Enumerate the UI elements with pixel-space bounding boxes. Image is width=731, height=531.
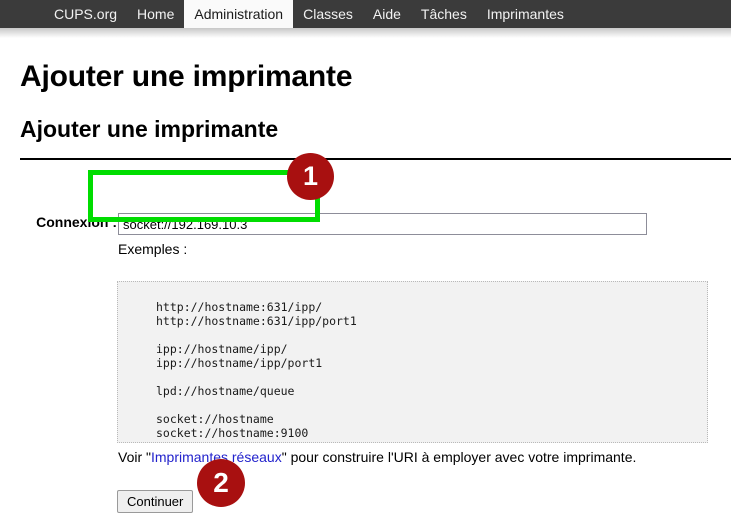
- nav-item-imprimantes[interactable]: Imprimantes: [477, 0, 574, 28]
- top-navigation-bar: CUPS.org Home Administration Classes Aid…: [0, 0, 731, 28]
- continue-button[interactable]: Continuer: [117, 490, 194, 513]
- page-content: Ajouter une imprimante Ajouter une impri…: [0, 28, 731, 513]
- nav-item-classes[interactable]: Classes: [293, 0, 363, 28]
- connection-uri-input[interactable]: [118, 213, 647, 235]
- connection-label: Connexion :: [36, 214, 117, 230]
- section-divider: [20, 158, 731, 160]
- page-title: Ajouter une imprimante: [20, 60, 353, 93]
- nav-item-aide[interactable]: Aide: [363, 0, 411, 28]
- network-printers-hint: Voir "Imprimantes réseaux" pour construi…: [118, 448, 636, 466]
- hint-suffix: " pour construire l'URI à employer avec …: [281, 449, 637, 465]
- uri-examples-code-block: http://hostname:631/ipp/ http://hostname…: [117, 280, 708, 443]
- section-title: Ajouter une imprimante: [20, 116, 279, 142]
- nav-item-cups-org[interactable]: CUPS.org: [44, 0, 127, 28]
- annotation-badge-2: 2: [197, 459, 245, 507]
- annotation-badge-1: 1: [287, 153, 334, 200]
- network-printers-link[interactable]: Imprimantes réseaux: [151, 449, 282, 465]
- hint-prefix: Voir ": [118, 449, 151, 465]
- nav-item-home[interactable]: Home: [127, 0, 184, 28]
- nav-item-taches[interactable]: Tâches: [411, 0, 477, 28]
- examples-label: Exemples :: [118, 241, 188, 257]
- nav-item-administration[interactable]: Administration: [184, 0, 294, 28]
